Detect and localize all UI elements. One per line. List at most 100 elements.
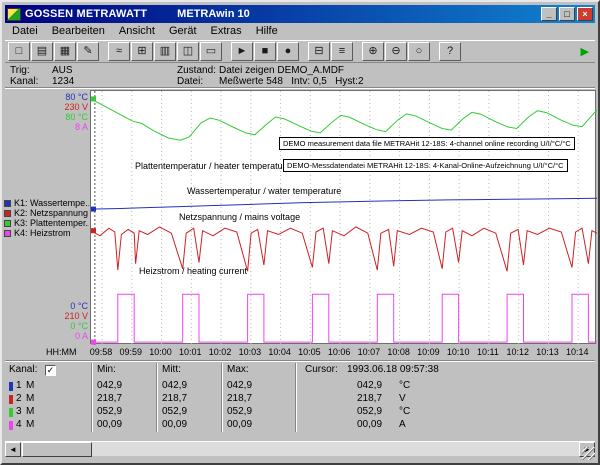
stop-measurement-button-icon[interactable]: ■ — [254, 42, 276, 61]
new-file-button-icon[interactable]: □ — [8, 42, 30, 61]
maximize-button[interactable]: □ — [559, 7, 575, 21]
status-left: Trig:AUS Kanal:1234 — [10, 65, 74, 87]
horizontal-scrollbar[interactable]: ◄ ► — [5, 441, 595, 456]
monitor-view-button-icon[interactable]: ▭ — [200, 42, 222, 61]
resize-grip[interactable] — [582, 447, 595, 460]
x-tick-10-09: 10:09 — [413, 347, 443, 357]
chart-view-button-icon[interactable]: ≈ — [108, 42, 130, 61]
menu-item-datei[interactable]: Datei — [5, 24, 45, 38]
legend-swatch-k3-icon — [4, 220, 11, 227]
channel-number: 3 — [16, 406, 22, 417]
trace-label-netzspannung: Netzspannung / mains voltage — [179, 212, 300, 222]
channel-legend: K1: Wassertempe...K2: NetzspannungK3: Pl… — [4, 198, 89, 238]
toolbar-group: ≈⊞▥◫▭ — [108, 42, 223, 61]
channel-visibility-checkbox[interactable]: ✓ — [45, 365, 56, 376]
toolbar-group: □▤▦✎ — [8, 42, 100, 61]
legend-label-k4: K4: Heizstrom — [14, 228, 71, 238]
kanal-label: Kanal: — [10, 76, 52, 87]
channel-max-value: 00,09 — [227, 419, 252, 430]
trace-k2-netzspannung — [91, 227, 597, 271]
legend-label-k1: K1: Wassertempe... — [14, 198, 89, 208]
zoom-in-button-icon[interactable]: ⊕ — [362, 42, 384, 61]
channel-table: Kanal: ✓ Min: Mitt: Max: Cursor: 1993.06… — [5, 363, 595, 432]
legend-swatch-k2-icon — [4, 210, 11, 217]
trace-label-plattentemperatur: Plattentemperatur / heater temperature — [135, 161, 291, 171]
y-axis-min-k2: 210 V — [46, 311, 88, 321]
trace-k1-wassertemperatur — [91, 198, 597, 209]
split-view-button-icon[interactable]: ◫ — [177, 42, 199, 61]
edit-data-button-icon[interactable]: ✎ — [77, 42, 99, 61]
trace-start-marker-k4-heizstrom — [91, 340, 96, 345]
settings-button-icon[interactable]: ≡ — [331, 42, 353, 61]
cursor-timestamp: 1993.06.18 09:57:38 — [347, 364, 439, 375]
channel-mode: M — [26, 380, 34, 391]
numeric-view-button-icon[interactable]: ▥ — [154, 42, 176, 61]
y-axis-min-k1: 0 °C — [46, 301, 88, 311]
x-tick-10-14: 10:14 — [562, 347, 592, 357]
channel-unit: °C — [399, 406, 410, 417]
record-button-icon[interactable]: ● — [277, 42, 299, 61]
channel-cursor-value: 052,9 — [357, 406, 382, 417]
separator — [5, 360, 595, 362]
channel-max-value: 042,9 — [227, 380, 252, 391]
channel-mode: M — [26, 406, 34, 417]
trig-value: AUS — [52, 65, 73, 76]
print-button-icon[interactable]: ⊟ — [308, 42, 330, 61]
channel-number: 4 — [16, 419, 22, 430]
annotation-box-english: DEMO measurement data file METRAHit 12-1… — [279, 137, 575, 150]
menu-item-ansicht[interactable]: Ansicht — [112, 24, 162, 38]
status-right: Zustand:Datei zeigen DEMO_A.MDF Datei:Me… — [177, 65, 364, 87]
chart-area: 80 °C230 V80 °C8 A 0 °C210 V0 °C0 A K1: … — [2, 88, 600, 360]
datei-label: Datei: — [177, 76, 219, 87]
channel-3-swatch-icon — [9, 408, 13, 417]
table-row-channel-3[interactable]: 3M052,9052,9052,9052,9°C — [5, 406, 595, 419]
menu-item-hilfe[interactable]: Hilfe — [249, 24, 285, 38]
channel-2-swatch-icon — [9, 395, 13, 404]
menu-bar: DateiBearbeitenAnsichtGerätExtrasHilfe — [5, 23, 595, 39]
x-tick-09-58: 09:58 — [86, 347, 116, 357]
x-axis: HH:MM 09:5809:5910:0010:0110:0210:0310:0… — [2, 347, 600, 359]
channel-mitt-value: 00,09 — [162, 419, 187, 430]
open-file-button-icon[interactable]: ▤ — [31, 42, 53, 61]
header-max: Max: — [227, 364, 249, 375]
y-axis-max-labels: 80 °C230 V80 °C8 A — [46, 92, 88, 132]
table-row-channel-1[interactable]: 1M042,9042,9042,9042,9°C — [5, 380, 595, 393]
x-tick-09-59: 09:59 — [116, 347, 146, 357]
start-measurement-button-icon[interactable]: ► — [231, 42, 253, 61]
scroll-left-button[interactable]: ◄ — [5, 442, 21, 457]
title-vendor: GOSSEN METRAWATT — [25, 8, 147, 20]
menu-item-extras[interactable]: Extras — [204, 24, 249, 38]
chart-canvas — [91, 91, 597, 345]
app-icon[interactable] — [7, 8, 21, 21]
zustand-value: Datei zeigen DEMO_A.MDF — [219, 65, 344, 76]
legend-item-k4: K4: Heizstrom — [4, 228, 89, 238]
plot-area[interactable]: Plattentemperatur / heater temperature W… — [90, 90, 596, 344]
channel-1-swatch-icon — [9, 382, 13, 391]
scrollbar-thumb[interactable] — [22, 442, 92, 457]
x-tick-10-00: 10:00 — [146, 347, 176, 357]
channel-number: 2 — [16, 393, 22, 404]
x-tick-10-03: 10:03 — [235, 347, 265, 357]
table-row-channel-4[interactable]: 4M00,0900,0900,0900,09A — [5, 419, 595, 432]
zoom-reset-button-icon[interactable]: ○ — [408, 42, 430, 61]
window-controls: _ □ × — [539, 7, 593, 21]
channel-cursor-value: 042,9 — [357, 380, 382, 391]
close-button[interactable]: × — [577, 7, 593, 21]
legend-item-k2: K2: Netzspannung — [4, 208, 89, 218]
zoom-out-button-icon[interactable]: ⊖ — [385, 42, 407, 61]
save-file-button-icon[interactable]: ▦ — [54, 42, 76, 61]
x-tick-10-02: 10:02 — [205, 347, 235, 357]
table-row-channel-2[interactable]: 2M218,7218,7218,7218,7V — [5, 393, 595, 406]
legend-item-k3: K3: Plattentemper... — [4, 218, 89, 228]
minimize-button[interactable]: _ — [541, 7, 557, 21]
help-button-icon[interactable]: ? — [439, 42, 461, 61]
zustand-label: Zustand: — [177, 65, 219, 76]
legend-swatch-k4-icon — [4, 230, 11, 237]
toolbar: □▤▦✎≈⊞▥◫▭►■●⊟≡⊕⊖○?▶ — [5, 40, 595, 63]
table-view-button-icon[interactable]: ⊞ — [131, 42, 153, 61]
trace-start-marker-k2-netzspannung — [91, 228, 96, 233]
menu-item-bearbeiten[interactable]: Bearbeiten — [45, 24, 112, 38]
menu-item-gerät[interactable]: Gerät — [162, 24, 204, 38]
y-axis-min-k3: 0 °C — [46, 321, 88, 331]
trig-label: Trig: — [10, 65, 52, 76]
